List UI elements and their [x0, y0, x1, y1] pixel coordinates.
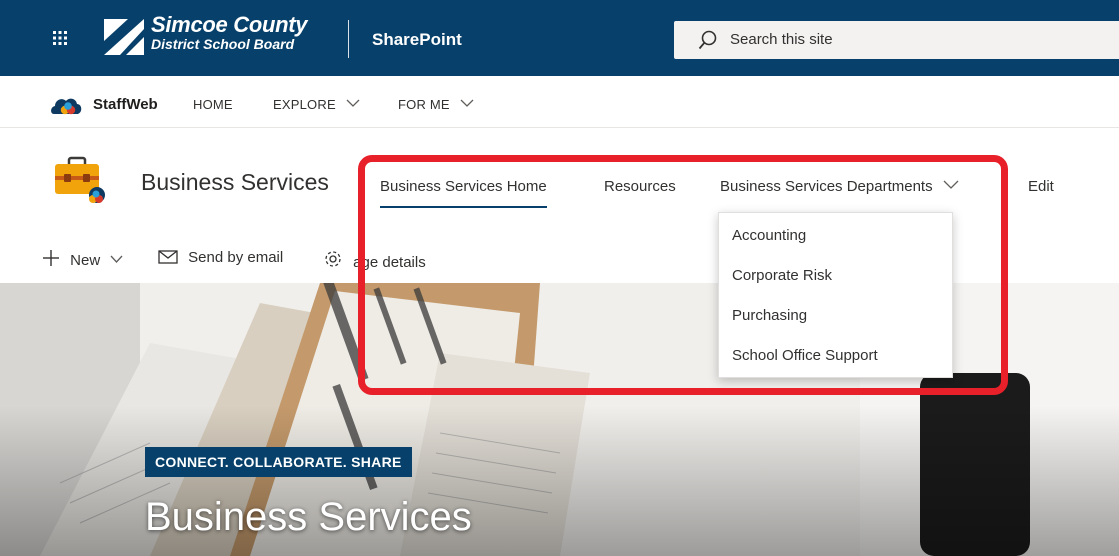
scdsb-logo-icon[interactable] [102, 15, 146, 59]
sharepoint-link[interactable]: SharePoint [372, 30, 462, 50]
new-button-label: New [70, 252, 101, 269]
nav-business-services-home[interactable]: Business Services Home [380, 178, 547, 208]
page-details-button[interactable]: age details [323, 249, 426, 271]
chevron-down-icon [110, 255, 123, 263]
suite-divider [348, 20, 349, 58]
app-launcher-icon[interactable] [44, 22, 76, 54]
hub-title[interactable]: StaffWeb [93, 96, 158, 113]
search-icon [698, 29, 718, 56]
nav-edit-link[interactable]: Edit [1028, 178, 1054, 195]
hub-link-for-me[interactable]: FOR ME [398, 97, 474, 112]
mail-icon [158, 250, 178, 264]
logo-line-2: District School Board [151, 36, 295, 52]
chevron-down-icon [460, 99, 474, 107]
logo-line-1: Simcoe County [151, 12, 308, 37]
nav-resources[interactable]: Resources [604, 178, 676, 195]
hub-nav: StaffWeb HOME EXPLORE FOR ME [0, 76, 1119, 128]
send-by-email-button[interactable]: Send by email [158, 249, 283, 266]
hub-link-home-label: HOME [193, 97, 233, 112]
hub-link-home[interactable]: HOME [193, 97, 233, 112]
hero-tagline: CONNECT. COLLABORATE. SHARE [145, 447, 412, 477]
hub-link-explore[interactable]: EXPLORE [273, 97, 360, 112]
nav-business-services-departments[interactable]: Business Services Departments [720, 178, 959, 195]
page-details-label: age details [353, 254, 426, 271]
new-button[interactable]: New [42, 249, 123, 269]
site-title[interactable]: Business Services [141, 169, 329, 196]
menu-item-school-office-support[interactable]: School Office Support [719, 341, 952, 381]
scdsb-logo-text[interactable]: Simcoe County District School Board [151, 12, 308, 53]
departments-dropdown-menu: Accounting Corporate Risk Purchasing Sch… [718, 212, 953, 378]
gear-icon [325, 251, 341, 267]
suite-bar: Simcoe County District School Board Shar… [0, 0, 1119, 76]
search-box[interactable]: Search this site [674, 21, 1119, 59]
staffweb-logo-icon[interactable] [50, 94, 86, 121]
search-input[interactable]: Search this site [730, 31, 833, 48]
menu-item-corporate-risk[interactable]: Corporate Risk [719, 261, 952, 301]
chevron-down-icon [943, 180, 959, 189]
briefcase-site-logo-icon[interactable] [52, 154, 114, 211]
nav-departments-label: Business Services Departments [720, 178, 933, 195]
plus-icon [43, 250, 59, 266]
hub-link-for-me-label: FOR ME [398, 97, 450, 112]
chevron-down-icon [346, 99, 360, 107]
hero-title: Business Services [145, 495, 472, 539]
send-by-email-label: Send by email [188, 249, 284, 266]
menu-item-accounting[interactable]: Accounting [719, 221, 952, 261]
menu-item-purchasing[interactable]: Purchasing [719, 301, 952, 341]
hub-link-explore-label: EXPLORE [273, 97, 336, 112]
